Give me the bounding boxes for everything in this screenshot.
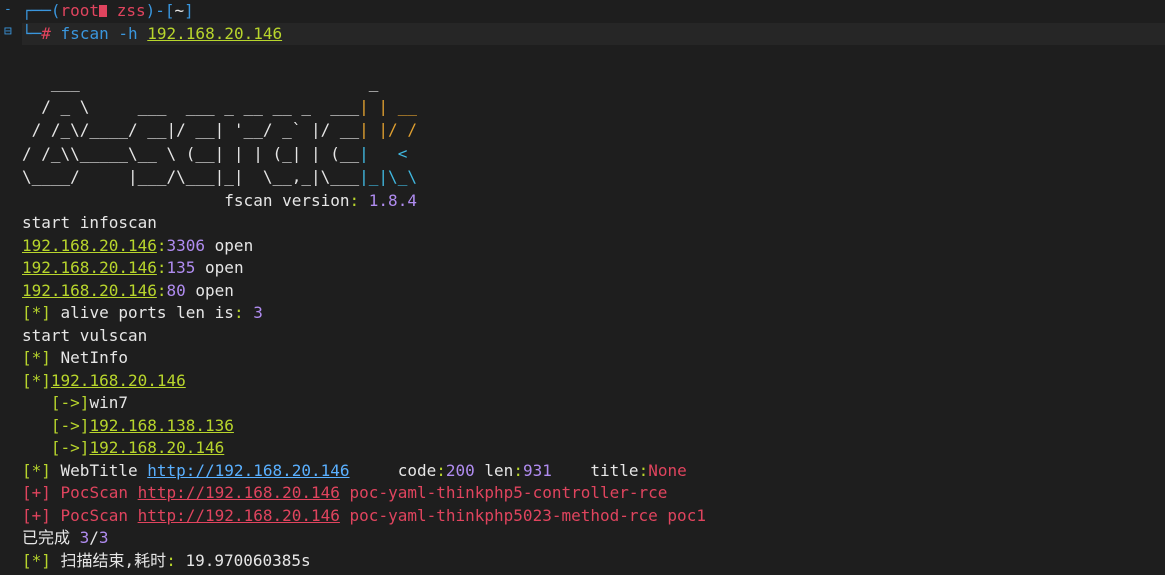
terminal-gutter: - ⊟	[0, 0, 18, 575]
version-line: fscan version: 1.8.4	[22, 190, 417, 210]
netinfo-name-line: [->]win7	[22, 393, 128, 412]
port-line: 192.168.20.146:135 open	[22, 258, 244, 277]
banner-line: \____/ |___/\___|_| \__,_|\___|_|\_\	[22, 167, 417, 186]
prompt-line-1: ┌──(root zss)-[~]	[22, 1, 194, 20]
command-target: 192.168.20.146	[147, 23, 283, 43]
alive-ports-line: [*] alive ports len is: 3	[22, 303, 263, 322]
start-infoscan-line: start infoscan	[22, 213, 157, 232]
command-flag: -h	[118, 23, 138, 43]
prompt-user: root	[60, 1, 100, 20]
prompt-host: zss	[116, 1, 146, 20]
fscan-banner: ___ _ / _ \ ___ ___ _ __ __ _ ___| | __ …	[22, 72, 1165, 212]
start-vulscan-line: start vulscan	[22, 325, 148, 345]
pocscan-link[interactable]: http://192.168.20.146	[138, 483, 340, 502]
command-name: fscan	[60, 23, 109, 43]
netinfo-ip-line: [->]192.168.138.136	[22, 415, 234, 435]
finish-line: [*] 扫描结束,耗时: 19.970060385s	[22, 550, 311, 570]
progress-line: 已完成 3/3	[22, 528, 109, 547]
webtitle-link[interactable]: http://192.168.20.146	[147, 461, 349, 480]
banner-line: / /_\\_____\__ \ (__| | | (_| | (__| <	[22, 143, 408, 163]
netinfo-host-line: [*]192.168.20.146	[22, 370, 186, 390]
prompt-line-2: └─# fscan -h 192.168.20.146	[22, 22, 1165, 45]
terminal-output[interactable]: ┌──(root zss)-[~] └─# fscan -h 192.168.2…	[22, 0, 1165, 572]
banner-line: ___ _	[22, 73, 379, 92]
pocscan-link[interactable]: http://192.168.20.146	[138, 506, 340, 525]
banner-line: / /_\/____/ __|/ __| '__/ _` |/ __| |/ /	[22, 120, 417, 139]
pocscan-line: [+] PocScan http://192.168.20.146 poc-ya…	[22, 505, 706, 525]
gutter-marker: ⊟	[4, 24, 12, 39]
pocscan-line: [+] PocScan http://192.168.20.146 poc-ya…	[22, 483, 668, 502]
prompt-cwd: ~	[174, 1, 185, 20]
banner-line: / _ \ ___ ___ _ __ __ _ ___| | __	[22, 96, 417, 116]
netinfo-ip-line: [->]192.168.20.146	[22, 438, 225, 457]
skull-icon	[99, 5, 108, 17]
gutter-marker: -	[4, 2, 12, 17]
version-number: 1.8.4	[359, 190, 417, 210]
netinfo-line: [*] NetInfo	[22, 348, 128, 367]
port-line: 192.168.20.146:80 open	[22, 280, 234, 300]
port-line: 192.168.20.146:3306 open	[22, 235, 254, 255]
webtitle-line: [*] WebTitle http://192.168.20.146 code:…	[22, 460, 687, 480]
prompt-hash: #	[41, 23, 51, 43]
